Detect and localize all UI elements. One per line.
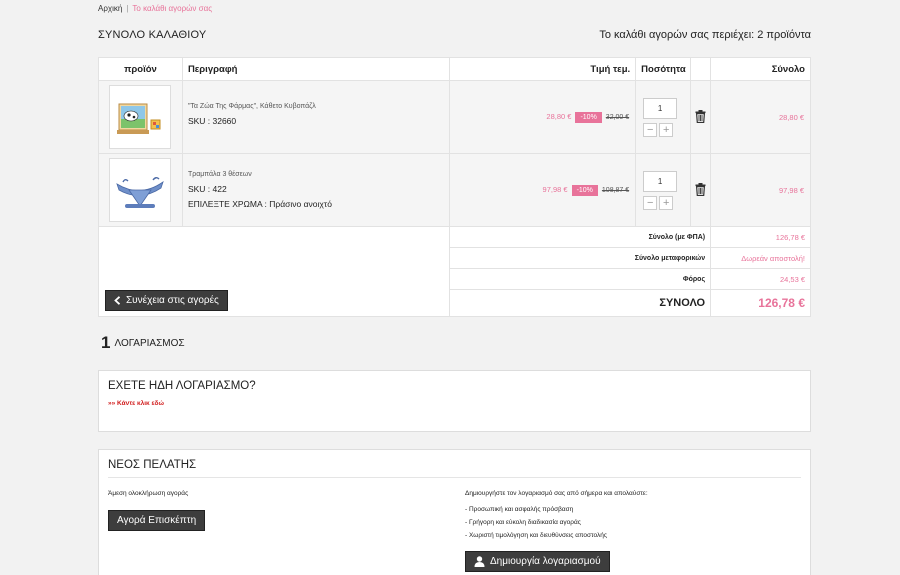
cart-item-row: Τραμπάλα 3 θέσεων SKU : 422 ΕΠΙΛΕΞΤΕ ΧΡΩ… xyxy=(98,153,811,227)
price-discounted: 97,98 € xyxy=(542,184,568,194)
product-name[interactable]: Τραμπάλα 3 θέσεων xyxy=(188,171,449,178)
subtotal-label: Σύνολο (με ΦΠΑ) xyxy=(449,226,712,248)
grand-total-value: 126,78 € xyxy=(710,289,811,317)
quick-checkout-text: Άμεση ολοκλήρωση αγοράς xyxy=(108,490,189,497)
product-name[interactable]: "Τα Ζώα Της Φάρμας", Κάθετο Κυβοπάζλ xyxy=(188,103,449,110)
create-account-intro: Δημιουργήστε τον λογαριασμό σας από σήμε… xyxy=(465,490,648,497)
quantity-input[interactable]: 1 xyxy=(643,97,678,119)
quantity-input[interactable]: 1 xyxy=(643,170,678,192)
price-original: 32,00 € xyxy=(605,113,630,121)
account-step-heading: 1 ΛΟΓΑΡΙΑΣΜΟΣ xyxy=(101,333,185,353)
panel-divider xyxy=(108,477,801,478)
line-total: 28,80 € xyxy=(710,80,811,154)
benefit-item: - Χωριστή τιμολόγηση και διευθύνσεις απο… xyxy=(465,532,607,539)
shipping-value: Δωρεάν αποστολή! xyxy=(710,247,811,269)
summary-row: Συνέχεια στις αγορές Σύνολο (με ΦΠΑ) 126… xyxy=(97,226,811,317)
login-link[interactable]: »» Κάντε κλικ εδώ xyxy=(99,392,810,407)
existing-account-title: ΕΧΕΤΕ ΗΔΗ ΛΟΓΑΡΙΑΣΜΟ? xyxy=(108,380,256,392)
product-description-cell: "Τα Ζώα Της Φάρμας", Κάθετο Κυβοπάζλ SKU… xyxy=(181,80,451,154)
farm-animals-puzzle-image[interactable] xyxy=(109,85,172,149)
product-description-cell: Τραμπάλα 3 θέσεων SKU : 422 ΕΠΙΛΕΞΤΕ ΧΡΩ… xyxy=(181,153,451,227)
step-label: ΛΟΓΑΡΙΑΣΜΟΣ xyxy=(114,337,185,349)
breadcrumb-home-link[interactable]: Αρχική xyxy=(98,4,122,13)
chevron-left-icon xyxy=(114,296,121,305)
header-description: Περιγραφή xyxy=(181,57,451,81)
product-thumb-cell xyxy=(98,80,183,154)
new-customer-title: ΝΕΟΣ ΠΕΛΑΤΗΣ xyxy=(108,459,197,471)
discount-badge: -10% xyxy=(575,111,602,123)
unit-price-cell: 28,80 € -10% 32,00 € xyxy=(449,80,637,154)
benefit-item: - Γρήγορη και εύκολη διαδικασία αγοράς xyxy=(465,519,581,526)
quantity-decrease-button[interactable]: − xyxy=(643,195,658,210)
quantity-increase-button[interactable]: + xyxy=(659,195,674,210)
product-thumb-cell xyxy=(98,153,183,227)
quantity-decrease-button[interactable]: − xyxy=(643,122,658,137)
header-quantity: Ποσότητα xyxy=(635,57,692,81)
tax-value: 24,53 € xyxy=(710,268,811,290)
unit-price-cell: 97,98 € -10% 108,87 € xyxy=(449,153,637,227)
existing-account-panel: ΕΧΕΤΕ ΗΔΗ ΛΟΓΑΡΙΑΣΜΟ? »» Κάντε κλικ εδώ xyxy=(98,370,811,432)
step-number: 1 xyxy=(101,333,111,352)
quantity-cell: 1 − + xyxy=(635,80,692,154)
trash-icon[interactable] xyxy=(695,109,706,123)
product-option: ΕΠΙΛΕΞΤΕ ΧΡΩΜΑ : Πράσινο ανοιχτό xyxy=(187,199,332,209)
breadcrumb-separator: | xyxy=(126,4,129,13)
benefit-item: - Προσωπική και ασφαλής πρόσβαση xyxy=(465,506,574,513)
header-unit-price: Τιμή τεμ. xyxy=(449,57,637,81)
cart-header-row: προϊόν Περιγραφή Τιμή τεμ. Ποσότητα Σύνο… xyxy=(98,57,811,81)
quantity-increase-button[interactable]: + xyxy=(659,122,674,137)
guest-checkout-label: Αγορά Επισκέπτη xyxy=(117,515,197,526)
quantity-stepper: − + xyxy=(643,195,690,210)
continue-shopping-label: Συνέχεια στις αγορές xyxy=(126,295,219,306)
user-icon xyxy=(474,556,485,567)
new-customer-panel: ΝΕΟΣ ΠΕΛΑΤΗΣ Άμεση ολοκλήρωση αγοράς Αγο… xyxy=(98,449,811,575)
grand-total-label: ΣΥΝΟΛΟ xyxy=(449,289,712,317)
continue-shopping-button[interactable]: Συνέχεια στις αγορές xyxy=(105,290,228,311)
trash-icon[interactable] xyxy=(695,182,706,196)
cart-count: Το καλάθι αγορών σας περιέχει: 2 προϊόντ… xyxy=(599,29,811,41)
product-sku: SKU : 422 xyxy=(187,184,227,194)
quantity-stepper: − + xyxy=(643,122,690,137)
price-discounted: 28,80 € xyxy=(546,111,572,121)
product-sku: SKU : 32660 xyxy=(187,116,237,126)
seesaw-image[interactable] xyxy=(109,158,172,222)
discount-badge: -10% xyxy=(571,184,598,196)
create-account-label: Δημιουργία λογαριασμού xyxy=(490,556,601,567)
cart-title: ΣΥΝΟΛΟ ΚΑΛΑΘΙΟΥ xyxy=(98,29,207,41)
tax-label: Φόρος xyxy=(449,268,712,290)
remove-cell xyxy=(690,153,712,227)
guest-checkout-button[interactable]: Αγορά Επισκέπτη xyxy=(108,510,206,531)
remove-cell xyxy=(690,80,712,154)
cart-table: προϊόν Περιγραφή Τιμή τεμ. Ποσότητα Σύνο… xyxy=(97,57,811,317)
line-total: 97,98 € xyxy=(710,153,811,227)
quantity-cell: 1 − + xyxy=(635,153,692,227)
breadcrumb: Αρχική | Το καλάθι αγορών σας xyxy=(98,4,212,13)
create-account-button[interactable]: Δημιουργία λογαριασμού xyxy=(465,551,610,572)
header-total: Σύνολο xyxy=(710,57,811,81)
cart-item-row: "Τα Ζώα Της Φάρμας", Κάθετο Κυβοπάζλ SKU… xyxy=(98,80,811,154)
header-product: προϊόν xyxy=(98,57,183,81)
breadcrumb-current[interactable]: Το καλάθι αγορών σας xyxy=(132,4,212,13)
continue-cell: Συνέχεια στις αγορές xyxy=(97,226,451,317)
subtotal-value: 126,78 € xyxy=(710,226,811,248)
price-original: 108,87 € xyxy=(601,186,630,194)
shipping-label: Σύνολο μεταφορικών xyxy=(449,247,712,269)
header-remove xyxy=(690,57,712,81)
